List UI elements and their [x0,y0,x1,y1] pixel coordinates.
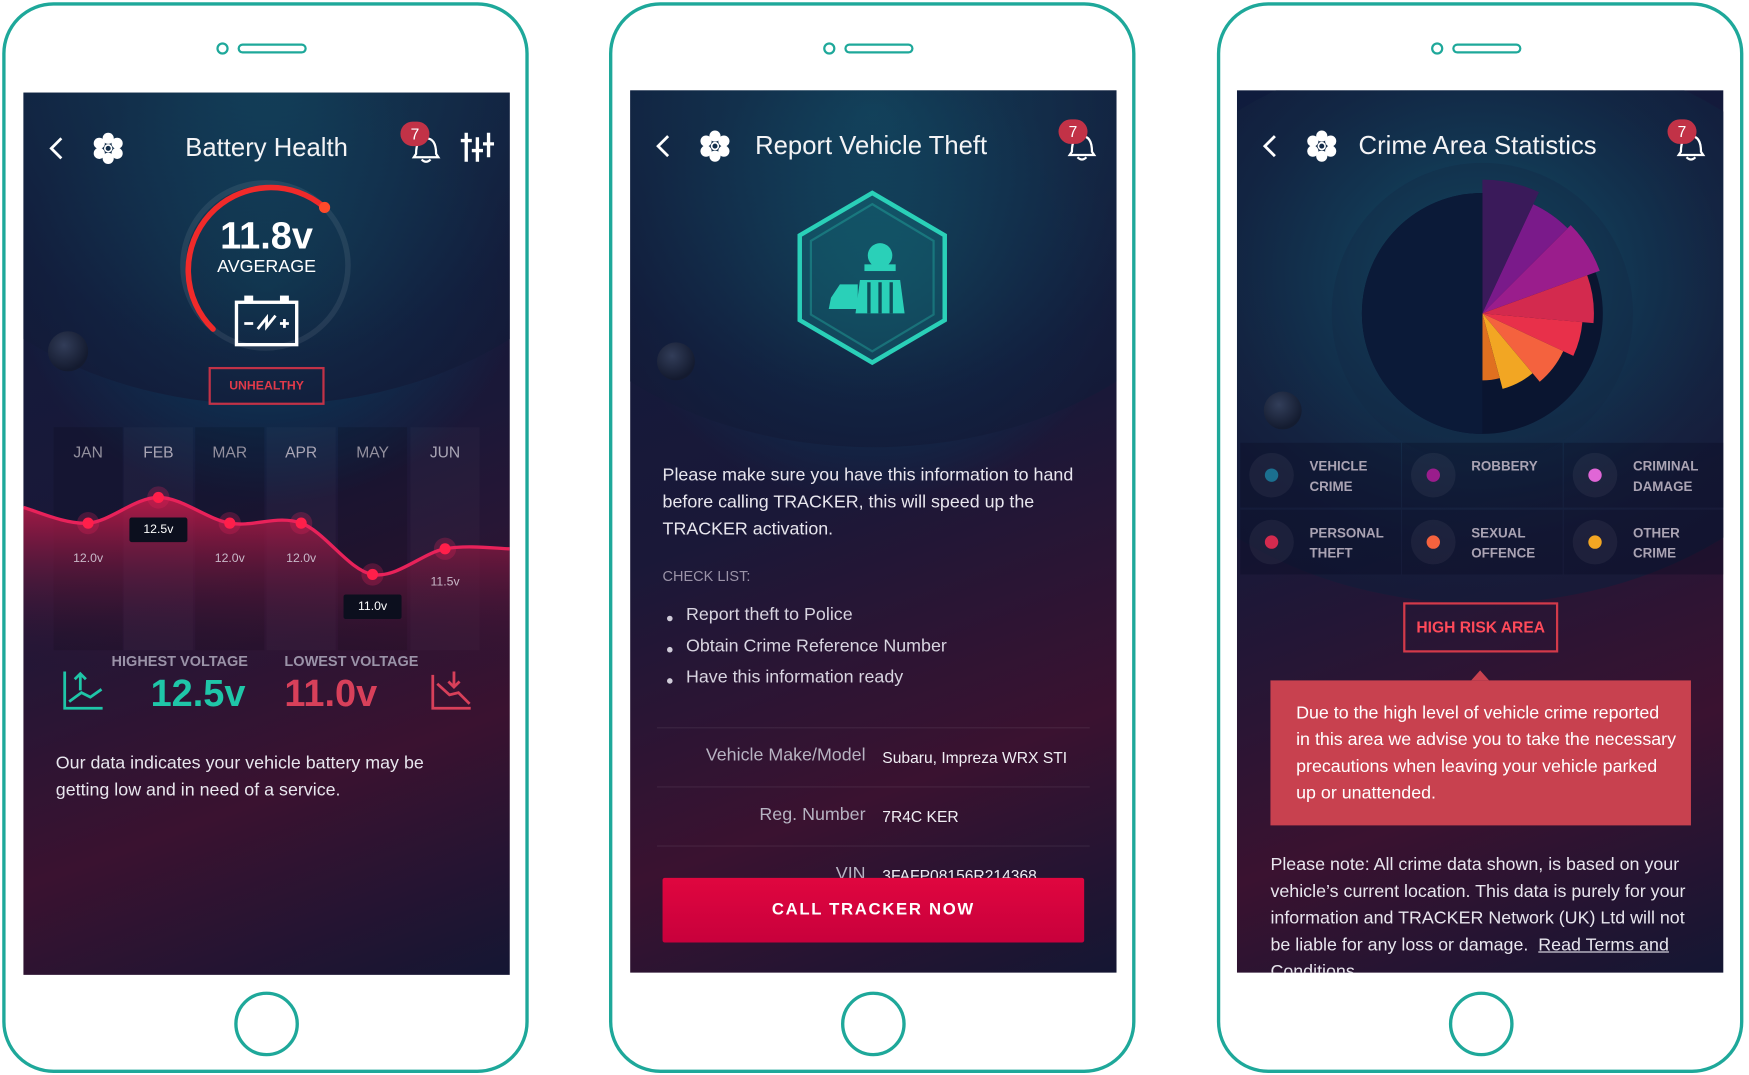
value-label: 12.0v [214,552,245,566]
legend-label: ROBBERY [1471,458,1538,475]
divider [656,727,1090,729]
legend-label: PERSONAL THEFT [1309,525,1384,562]
high-risk-area-badge[interactable]: HIGH RISK AREA [1403,602,1559,653]
legend-label: CRIMINAL DAMAGE [1632,458,1699,495]
value-tooltip: 11.0v [343,594,402,620]
phone-report-theft: Report Vehicle Theft 7 Please make sure … [609,2,1136,1074]
data-point[interactable] [224,517,236,529]
notification-badge: 7 [1058,119,1088,144]
value-tooltip: 12.5v [129,517,188,543]
trend-down-icon [431,671,471,710]
legend-label: VEHICLE CRIME [1309,458,1368,495]
speaker-grille [844,43,914,54]
legend-item[interactable]: CRIMINAL DAMAGE [1563,442,1724,508]
divider [656,786,1090,788]
detail-label: Vehicle Make/Model [705,746,866,766]
data-point[interactable] [366,568,379,581]
bullet-icon [667,646,673,653]
lowest-voltage-value: 11.0v [284,672,378,715]
tracker-logo-icon [699,129,731,163]
detail-value: Subaru, Impreza WRX STI [882,748,1068,767]
page-title: Crime Area Statistics [1358,130,1597,160]
checklist-title: CHECK LIST: [662,567,751,585]
notification-badge: 7 [1667,119,1697,144]
callout-pointer [1471,670,1490,681]
checklist-item: Report theft to Police [685,605,853,625]
voltage-line-chart [23,427,510,673]
back-icon[interactable] [1259,133,1281,160]
camera-dot [823,42,836,55]
theft-hexagon-icon [797,190,947,366]
checklist-item: Have this information ready [685,668,904,688]
data-point[interactable] [439,543,451,555]
value-label: 12.0v [286,552,317,566]
camera-dot [216,42,229,55]
call-tracker-button[interactable]: CALL TRACKER NOW [662,877,1085,943]
home-button[interactable] [1448,991,1514,1057]
page-title: Report Vehicle Theft [755,130,988,160]
legend-dot-icon [1426,468,1440,482]
lowest-voltage-label: LOWEST VOLTAGE [284,652,419,670]
planet-decoration [1263,391,1302,430]
phone-battery-health: Battery Health 7 11.8v AVGERAGE UNHEALTH… [2,2,529,1074]
divider [656,845,1090,847]
planet-decoration [656,342,695,381]
bullet-icon [667,678,673,684]
detail-value: 7R4C KER [882,807,959,826]
value-label: 11.5v [430,575,460,589]
data-note: Please note: All crime data shown, is ba… [1270,852,1694,973]
speaker-grille [237,43,307,54]
crime-pie-chart [1331,162,1633,465]
legend-item[interactable]: SEXUAL OFFENCE [1402,509,1563,575]
highest-voltage-label: HIGHEST VOLTAGE [111,652,248,670]
value-label: 12.0v [73,552,104,566]
data-point[interactable] [82,517,94,529]
theft-screen: Report Vehicle Theft 7 Please make sure … [630,90,1117,973]
crime-screen: Crime Area Statistics 7 VEHICLE CRIME ROB… [1236,90,1724,973]
camera-dot [1431,42,1444,55]
phone-crime-stats: Crime Area Statistics 7 VEHICLE CRIME ROB… [1216,2,1744,1074]
home-button[interactable] [841,991,906,1057]
legend-dot-icon [1426,535,1440,549]
theft-intro: Please make sure you have this informati… [662,466,1074,539]
legend-dot-icon [1588,468,1602,482]
legend-item[interactable]: PERSONAL THEFT [1240,509,1401,575]
detail-label: Reg. Number [759,805,866,825]
battery-message: Our data indicates your vehicle battery … [55,754,424,800]
data-point[interactable] [152,491,164,504]
legend-item[interactable]: VEHICLE CRIME [1240,442,1401,508]
speaker-grille [1452,43,1522,54]
checklist-item: Obtain Crime Reference Number [685,636,947,656]
highest-voltage-value: 12.5v [150,672,246,715]
legend-label: SEXUAL OFFENCE [1471,525,1536,562]
legend-dot-icon [1264,535,1279,549]
data-point[interactable] [295,517,307,529]
bullet-icon [667,615,673,622]
risk-warning: Due to the high level of vehicle crime r… [1270,680,1691,826]
legend-item[interactable]: OTHER CRIME [1563,509,1724,575]
legend-item[interactable]: ROBBERY [1402,442,1563,508]
battery-screen: Battery Health 7 11.8v AVGERAGE UNHEALTH… [23,92,510,975]
legend-dot-icon [1588,535,1602,549]
back-icon[interactable] [653,133,675,160]
legend-label: OTHER CRIME [1632,525,1680,562]
trend-up-icon [63,671,103,710]
home-button[interactable] [234,991,299,1057]
legend-dot-icon [1264,468,1279,482]
